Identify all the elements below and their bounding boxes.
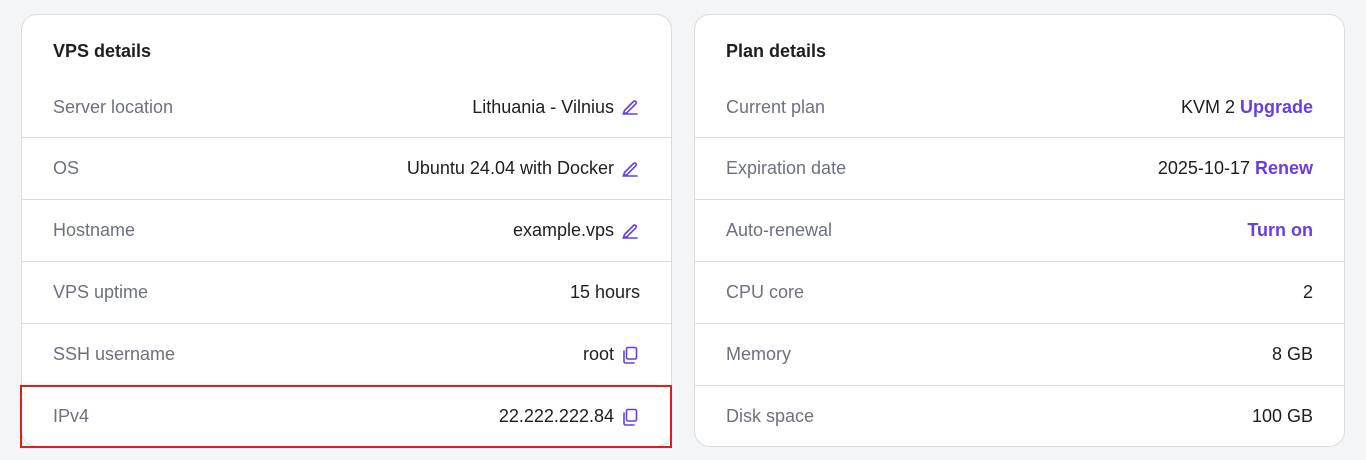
current-plan-value: KVM 2 xyxy=(1180,96,1235,117)
expiration-date-value-group: 2025-10-17 Renew xyxy=(1158,158,1313,179)
auto-renewal-value-group: Turn on xyxy=(1247,220,1313,241)
server-location-row: Server location Lithuania - Vilnius xyxy=(22,76,671,138)
auto-renewal-label: Auto-renewal xyxy=(726,220,833,240)
cpu-core-row: CPU core 2 xyxy=(695,261,1344,323)
ssh-username-value-group: root xyxy=(583,344,640,365)
vps-uptime-row: VPS uptime 15 hours xyxy=(22,261,671,323)
vps-details-title: VPS details xyxy=(53,41,152,61)
plan-details-card: Plan details Current plan KVM 2 Upgrade … xyxy=(694,14,1345,447)
upgrade-link[interactable]: Upgrade xyxy=(1240,97,1313,118)
memory-value: 8 GB xyxy=(1271,344,1313,364)
expiration-date-row: Expiration date 2025-10-17 Renew xyxy=(695,137,1344,199)
memory-label: Memory xyxy=(726,344,792,364)
ssh-username-row: SSH username root xyxy=(22,323,671,385)
plan-details-title: Plan details xyxy=(726,41,827,61)
ipv4-row: IPv4 22.222.222.84 xyxy=(22,385,671,447)
disk-space-row: Disk space 100 GB xyxy=(695,385,1344,447)
hostname-value: example.vps xyxy=(512,220,614,240)
hostname-row: Hostname example.vps xyxy=(22,199,671,261)
disk-space-value: 100 GB xyxy=(1251,406,1313,426)
expiration-date-value: 2025-10-17 xyxy=(1157,158,1250,178)
ipv4-value-group: 22.222.222.84 xyxy=(499,406,640,427)
pencil-icon[interactable] xyxy=(620,221,640,241)
pencil-icon[interactable] xyxy=(620,97,640,117)
os-row: OS Ubuntu 24.04 with Docker xyxy=(22,137,671,199)
expiration-date-label: Expiration date xyxy=(726,158,847,178)
turn-on-link[interactable]: Turn on xyxy=(1247,220,1313,241)
vps-details-card: VPS details Server location Lithuania - … xyxy=(21,14,672,447)
ipv4-label: IPv4 xyxy=(53,406,90,426)
copy-icon[interactable] xyxy=(620,345,640,365)
os-value: Ubuntu 24.04 with Docker xyxy=(406,158,614,178)
disk-space-label: Disk space xyxy=(726,406,815,426)
cpu-core-label: CPU core xyxy=(726,282,805,302)
pencil-icon[interactable] xyxy=(620,159,640,179)
current-plan-value-group: KVM 2 Upgrade xyxy=(1181,97,1313,118)
server-location-label: Server location xyxy=(53,96,174,117)
cpu-core-value: 2 xyxy=(1302,282,1313,302)
current-plan-row: Current plan KVM 2 Upgrade xyxy=(695,76,1344,138)
auto-renewal-row: Auto-renewal Turn on xyxy=(695,199,1344,261)
server-location-value: Lithuania - Vilnius xyxy=(472,96,614,117)
ssh-username-value: root xyxy=(582,344,614,364)
current-plan-label: Current plan xyxy=(726,96,826,117)
vps-uptime-value: 15 hours xyxy=(569,282,640,302)
vps-uptime-label: VPS uptime xyxy=(53,282,149,302)
os-label: OS xyxy=(53,158,80,178)
page: VPS details Server location Lithuania - … xyxy=(0,0,1366,460)
hostname-label: Hostname xyxy=(53,220,136,240)
hostname-value-group: example.vps xyxy=(513,220,640,241)
server-location-value-group: Lithuania - Vilnius xyxy=(472,97,640,118)
ipv4-value: 22.222.222.84 xyxy=(498,406,614,426)
ssh-username-label: SSH username xyxy=(53,344,176,364)
memory-row: Memory 8 GB xyxy=(695,323,1344,385)
copy-icon[interactable] xyxy=(620,407,640,427)
renew-link[interactable]: Renew xyxy=(1255,158,1313,179)
os-value-group: Ubuntu 24.04 with Docker xyxy=(407,158,640,179)
